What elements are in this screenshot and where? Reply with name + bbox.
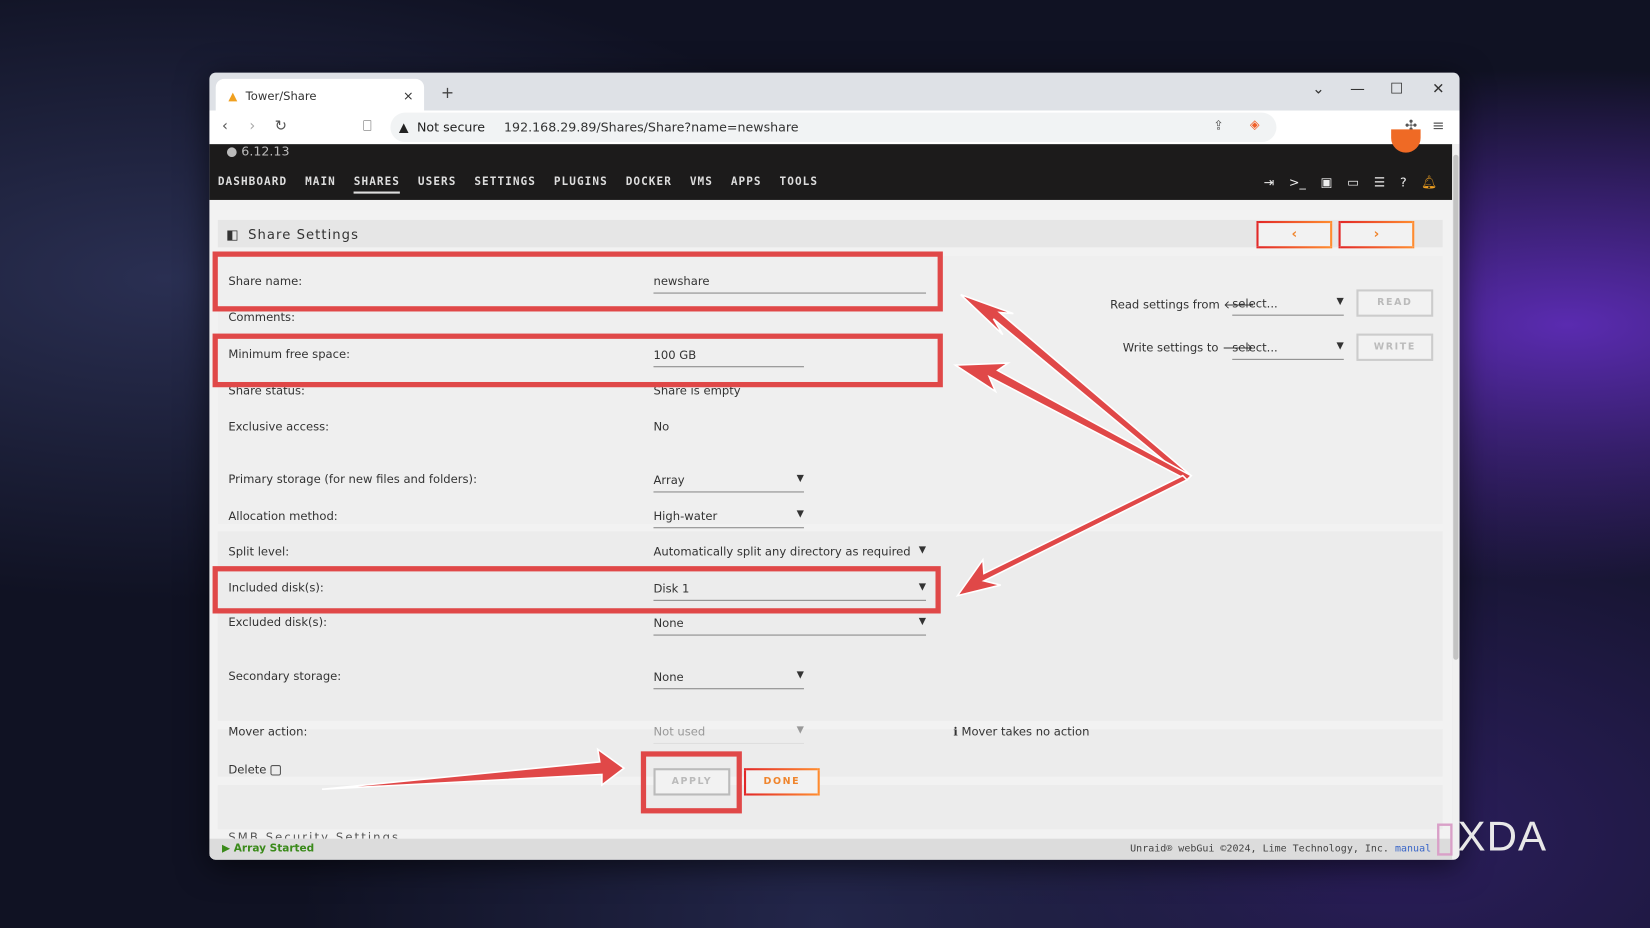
arrow-to-apply: [321, 747, 626, 791]
screen: ▲ Tower/Share × + ⌄ — ☐ ✕ ‹ › ↻ ⎕ ▲ Not …: [0, 0, 1650, 928]
xda-watermark: ▯XDA: [1433, 813, 1548, 860]
arrow-to-included: [955, 474, 1189, 597]
annotation-arrows: [321, 293, 1193, 791]
arrow-to-share-name: [960, 293, 1193, 481]
